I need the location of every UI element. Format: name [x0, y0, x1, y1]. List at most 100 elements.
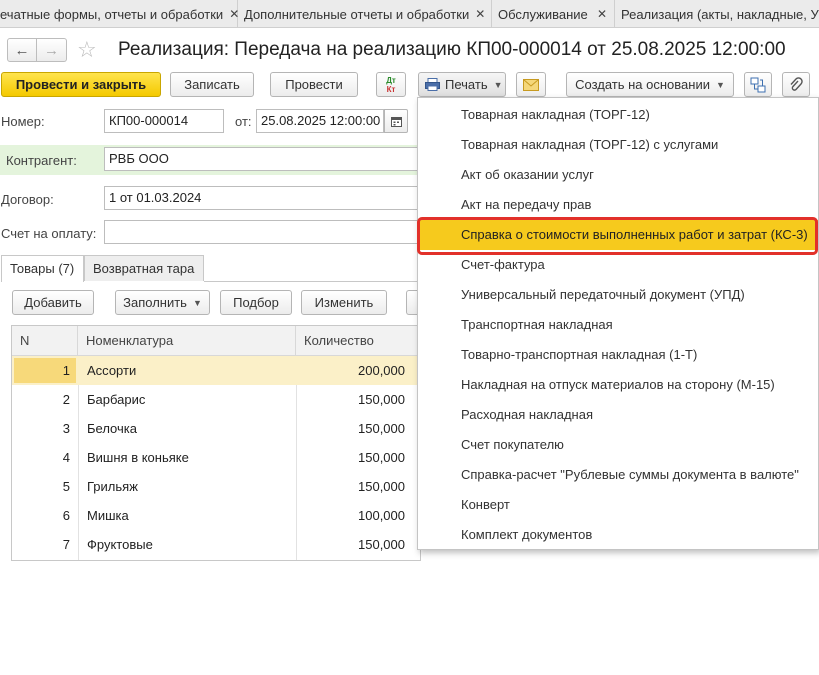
- attach-button[interactable]: [782, 72, 810, 97]
- tab-returnable-packaging[interactable]: Возвратная тара: [84, 255, 204, 281]
- print-menu-item[interactable]: Конверт: [418, 490, 818, 520]
- dt-kt-button[interactable]: Дт Кт: [376, 72, 406, 97]
- structure-button[interactable]: [744, 72, 772, 97]
- number-label: Номер:: [1, 114, 45, 129]
- create-based-on-button[interactable]: Создать на основании ▼: [566, 72, 734, 97]
- print-menu-item[interactable]: Накладная на отпуск материалов на сторон…: [418, 370, 818, 400]
- email-button[interactable]: [516, 72, 546, 97]
- envelope-icon: [523, 78, 539, 91]
- row-quantity: 150,000: [358, 479, 405, 494]
- chevron-down-icon: ▼: [493, 79, 503, 90]
- print-menu-item[interactable]: Комплект документов: [418, 520, 818, 550]
- print-menu: Товарная накладная (ТОРГ-12) Товарная нак…: [417, 97, 819, 550]
- column-header-quantity[interactable]: Количество: [296, 326, 422, 356]
- row-number: 4: [62, 450, 70, 465]
- tab-maintenance[interactable]: Обслуживание ✕: [492, 0, 615, 28]
- counterparty-label: Контрагент:: [6, 153, 77, 168]
- contract-label: Договор:: [1, 192, 54, 207]
- table-row[interactable]: 4 Вишня в коньяке 150,000: [12, 443, 420, 472]
- column-header-nomenclature[interactable]: Номенклатура: [78, 326, 296, 356]
- add-button[interactable]: Добавить: [12, 290, 94, 315]
- tab-label: Обслуживание: [498, 6, 588, 22]
- close-icon[interactable]: ✕: [597, 1, 607, 28]
- post-button[interactable]: Провести: [270, 72, 358, 97]
- date-label: от:: [235, 114, 252, 129]
- row-quantity: 150,000: [358, 421, 405, 436]
- print-menu-item[interactable]: Справка-расчет "Рублевые суммы документа…: [418, 460, 818, 490]
- print-menu-item[interactable]: Товарная накладная (ТОРГ-12) с услугами: [418, 130, 818, 160]
- tab-additional-reports[interactable]: Дополнительные отчеты и обработки ✕: [238, 0, 492, 28]
- row-number: 6: [62, 508, 70, 523]
- table-row[interactable]: 1 Ассорти 200,000: [12, 356, 420, 385]
- printer-icon: [425, 78, 440, 91]
- save-button[interactable]: Записать: [170, 72, 254, 97]
- row-nomenclature: Вишня в коньяке: [87, 450, 189, 465]
- fill-button[interactable]: Заполнить ▼: [115, 290, 210, 315]
- row-nomenclature: Грильяж: [87, 479, 138, 494]
- print-menu-item[interactable]: Счет покупателю: [418, 430, 818, 460]
- print-menu-item[interactable]: Товарно-транспортная накладная (1-Т): [418, 340, 818, 370]
- tab-bar: ечатные формы, отчеты и обработки ✕ Допо…: [0, 0, 819, 28]
- table-row[interactable]: 2 Барбарис 150,000: [12, 385, 420, 414]
- print-menu-item[interactable]: Акт об оказании услуг: [418, 160, 818, 190]
- print-menu-item[interactable]: Универсальный передаточный документ (УПД…: [418, 280, 818, 310]
- print-button[interactable]: Печать ▼: [418, 72, 506, 97]
- back-button[interactable]: ←: [7, 38, 37, 62]
- tab-label: ечатные формы, отчеты и обработки: [0, 6, 224, 22]
- tab-sales[interactable]: Реализация (акты, накладные, У: [615, 0, 819, 27]
- row-quantity: 150,000: [358, 392, 405, 407]
- paperclip-icon: [790, 76, 803, 91]
- row-number: 7: [62, 537, 70, 552]
- table-row[interactable]: 5 Грильяж 150,000: [12, 472, 420, 501]
- dt-kt-icon: Дт Кт: [386, 75, 396, 94]
- close-icon[interactable]: ✕: [475, 1, 485, 28]
- print-menu-item[interactable]: Транспортная накладная: [418, 310, 818, 340]
- row-number: 1: [62, 363, 70, 378]
- print-menu-item[interactable]: Товарная накладная (ТОРГ-12): [418, 100, 818, 130]
- invoice-field[interactable]: [104, 220, 420, 244]
- row-nomenclature: Мишка: [87, 508, 129, 523]
- change-button[interactable]: Изменить: [301, 290, 387, 315]
- table-row[interactable]: 6 Мишка 100,000: [12, 501, 420, 530]
- row-nomenclature: Ассорти: [87, 363, 137, 378]
- row-number: 3: [62, 421, 70, 436]
- arrow-left-icon: ←: [14, 41, 30, 59]
- table-header: N Номенклатура Количество: [12, 326, 420, 356]
- page-title: Реализация: Передача на реализацию КП00-…: [118, 39, 786, 60]
- calendar-icon: [390, 116, 402, 127]
- date-field[interactable]: 25.08.2025 12:00:00: [256, 109, 384, 133]
- table-row[interactable]: 3 Белочка 150,000: [12, 414, 420, 443]
- post-and-close-button[interactable]: Провести и закрыть: [1, 72, 161, 97]
- table-row[interactable]: 7 Фруктовые 150,000: [12, 530, 420, 559]
- row-nomenclature: Белочка: [87, 421, 137, 436]
- tab-label: Дополнительные отчеты и обработки: [244, 6, 470, 22]
- star-icon[interactable]: ☆: [77, 39, 97, 61]
- column-header-n[interactable]: N: [12, 326, 78, 356]
- counterparty-field[interactable]: РВБ ООО: [104, 147, 420, 171]
- number-field[interactable]: КП00-000014: [104, 109, 224, 133]
- tab-print-forms[interactable]: ечатные формы, отчеты и обработки ✕: [0, 0, 239, 27]
- document-structure-icon: [750, 77, 766, 92]
- chevron-down-icon: ▼: [192, 297, 202, 308]
- print-menu-item[interactable]: Расходная накладная: [418, 400, 818, 430]
- forward-button[interactable]: →: [37, 38, 67, 62]
- print-menu-item[interactable]: Счет-фактура: [418, 250, 818, 280]
- chevron-down-icon: ▼: [715, 79, 725, 90]
- invoice-label: Счет на оплату:: [1, 226, 97, 241]
- row-nomenclature: Фруктовые: [87, 537, 153, 552]
- row-number: 5: [62, 479, 70, 494]
- row-quantity: 150,000: [358, 450, 405, 465]
- tab-goods[interactable]: Товары (7): [1, 255, 84, 282]
- selection-button[interactable]: Подбор: [220, 290, 292, 315]
- table-body: 1 Ассорти 200,000 2 Барбарис 150,000 3 Белочка 1…: [12, 356, 420, 559]
- print-menu-item[interactable]: Акт на передачу прав: [418, 190, 818, 220]
- calendar-button[interactable]: [384, 109, 408, 133]
- contract-field[interactable]: 1 от 01.03.2024: [104, 186, 420, 210]
- row-number: 2: [62, 392, 70, 407]
- row-quantity: 200,000: [358, 363, 405, 378]
- goods-table: N Номенклатура Количество 1 Ассорти 200,00…: [11, 325, 421, 561]
- arrow-right-icon: →: [44, 41, 59, 59]
- row-quantity: 150,000: [358, 537, 405, 552]
- print-menu-item[interactable]: Справка о стоимости выполненных работ и …: [418, 220, 818, 250]
- tab-label: Реализация (акты, накладные, У: [621, 6, 819, 22]
